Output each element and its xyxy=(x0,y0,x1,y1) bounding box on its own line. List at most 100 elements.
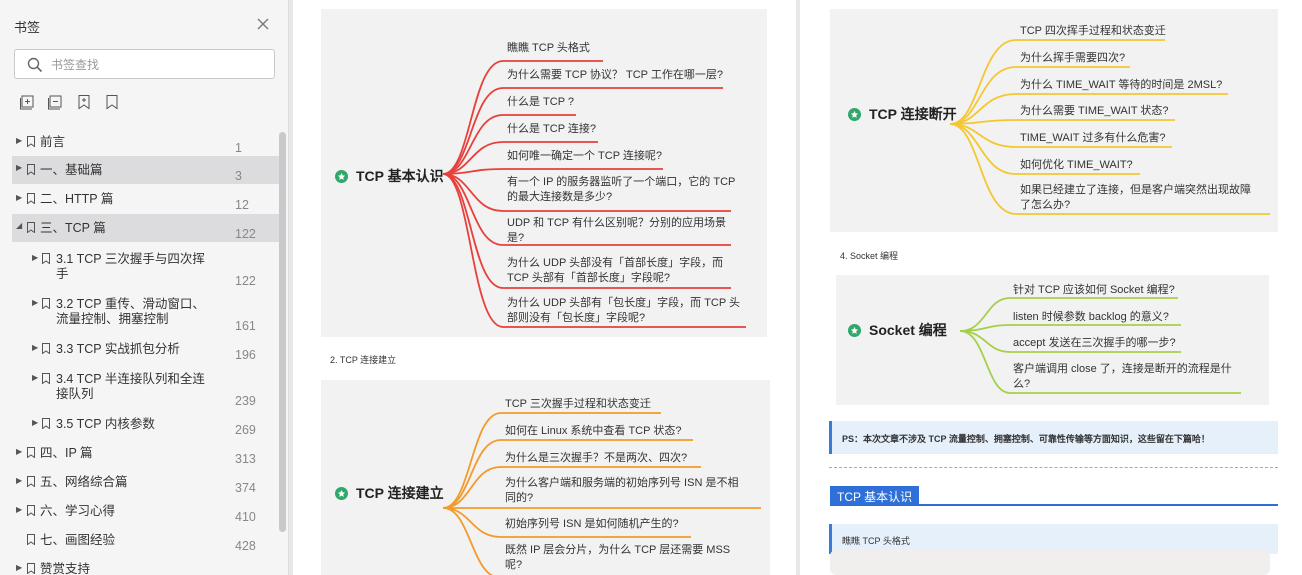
mindmap-node: 有一个 IP 的服务器监听了一个端口，它的 TCP 的最大连接数是多少? xyxy=(507,176,736,203)
mindmap-node: 针对 TCP 应该如何 Socket 编程? xyxy=(1013,284,1175,296)
expand-arrow-icon[interactable]: ▶ xyxy=(16,136,22,145)
bookmark-flag-icon xyxy=(42,253,50,264)
document-page-left: TCP 基本认识 瞧瞧 TCP 头格式 为什么需要 TCP 协议？ TCP 工作… xyxy=(293,0,796,575)
sidebar-scrollbar[interactable] xyxy=(279,132,286,532)
bookmark-item[interactable]: ▶ 五、网络综合篇 374 xyxy=(12,475,280,497)
document-viewer: TCP 基本认识 瞧瞧 TCP 头格式 为什么需要 TCP 协议？ TCP 工作… xyxy=(290,0,1302,575)
mindmap-node: 瞧瞧 TCP 头格式 xyxy=(507,42,590,54)
bookmark-page: 122 xyxy=(235,274,256,288)
bookmark-flag-icon xyxy=(27,534,35,545)
mindmap-node: 初始序列号 ISN 是如何随机产生的? xyxy=(505,518,679,530)
mindmap-tcp-basics: TCP 基本认识 瞧瞧 TCP 头格式 为什么需要 TCP 协议？ TCP 工作… xyxy=(321,9,767,337)
mindmap-node: 为什么客户端和服务端的初始序列号 ISN 是不相 同的? xyxy=(505,477,739,504)
mindmap-node: 什么是 TCP ? xyxy=(507,96,575,108)
bookmark-item[interactable]: ▶ 3.3 TCP 实战抓包分析 196 xyxy=(12,342,280,364)
mindmap-node: 为什么需要 TCP 协议？ TCP 工作在哪一层? xyxy=(507,69,723,81)
add-bookmark-icon[interactable] xyxy=(76,94,92,110)
close-icon[interactable] xyxy=(255,16,271,32)
bookmark-label: 3.5 TCP 内核参数 xyxy=(56,417,155,431)
bookmark-item[interactable]: ▶ 赞赏支持 xyxy=(12,562,280,575)
bookmark-item[interactable]: ▶ 3.1 TCP 三次握手与四次挥 手 122 xyxy=(12,252,280,288)
mindmap-root: TCP 连接断开 xyxy=(848,104,957,124)
bookmark-flag-icon xyxy=(27,563,35,574)
bookmark-label: 3.1 TCP 三次握手与四次挥 xyxy=(56,252,205,266)
expand-arrow-icon[interactable]: ▶ xyxy=(32,418,38,427)
bookmark-list: ▶ 前言 1 ▶ 一、基础篇 3 ▶ 二、HTTP 篇 12 ◢ 三、TCP 篇… xyxy=(0,126,280,575)
expand-arrow-icon[interactable]: ▶ xyxy=(16,163,22,172)
bookmark-item[interactable]: 七、画图经验 428 xyxy=(12,533,280,555)
bookmark-flag-icon xyxy=(27,447,35,458)
bookmark-sidebar: 书签 ▶ 前言 xyxy=(0,0,289,575)
star-badge-icon xyxy=(848,107,861,121)
sidebar-title: 书签 xyxy=(14,20,41,35)
expand-arrow-icon[interactable]: ▶ xyxy=(16,505,22,514)
bookmark-page: 428 xyxy=(235,539,256,553)
bookmark-flag-icon xyxy=(27,222,35,233)
mindmap-tcp-disconnect: TCP 连接断开 TCP 四次挥手过程和状态变迁 为什么挥手需要四次? 为什么 … xyxy=(830,9,1278,232)
bookmark-label: 流量控制、拥塞控制 xyxy=(56,312,169,326)
bookmark-item[interactable]: ▶ 一、基础篇 3 xyxy=(12,156,280,184)
bookmark-label: 一、基础篇 xyxy=(40,163,103,177)
bookmark-page: 239 xyxy=(235,394,256,408)
expand-arrow-icon[interactable]: ▶ xyxy=(16,193,22,202)
bookmark-item[interactable]: ◢ 三、TCP 篇 122 xyxy=(12,214,280,242)
bookmark-label: 四、IP 篇 xyxy=(40,446,93,460)
collapse-arrow-icon[interactable]: ◢ xyxy=(16,221,22,230)
bookmark-search-box[interactable] xyxy=(14,49,275,79)
mindmap-node: 如何优化 TIME_WAIT? xyxy=(1020,159,1133,171)
mindmap-node: 什么是 TCP 连接? xyxy=(507,123,597,135)
expand-arrow-icon[interactable]: ▶ xyxy=(32,298,38,307)
bookmark-flag-icon xyxy=(27,505,35,516)
mindmap-node: 为什么 UDP 头部有「包长度」字段，而 TCP 头部则没有「包长度」字段呢? xyxy=(507,297,741,324)
bookmark-page: 269 xyxy=(235,423,256,437)
bookmark-item[interactable]: ▶ 前言 1 xyxy=(12,135,280,155)
mindmap-root: Socket 编程 xyxy=(848,320,947,340)
bookmark-label: 五、网络综合篇 xyxy=(40,475,128,489)
bookmark-flag-icon xyxy=(42,373,50,384)
bookmark-label: 六、学习心得 xyxy=(40,504,116,518)
bookmark-search-input[interactable] xyxy=(51,55,266,74)
collapse-all-icon[interactable] xyxy=(48,94,64,110)
bookmark-label: 3.3 TCP 实战抓包分析 xyxy=(56,342,180,356)
mindmap-node: 为什么 TIME_WAIT 等待的时间是 2MSL? xyxy=(1020,79,1223,91)
mindmap-socket: Socket 编程 针对 TCP 应该如何 Socket 编程? listen … xyxy=(836,275,1269,405)
bookmark-label: 二、HTTP 篇 xyxy=(40,192,114,206)
expand-all-icon[interactable] xyxy=(20,94,36,110)
bookmark-item[interactable]: ▶ 3.5 TCP 内核参数 269 xyxy=(12,417,280,439)
figure-placeholder xyxy=(830,550,1270,575)
bookmark-label: 3.2 TCP 重传、滑动窗口、 xyxy=(56,297,205,311)
star-badge-icon xyxy=(335,486,348,500)
section-heading: TCP 基本认识 xyxy=(830,486,920,505)
expand-arrow-icon[interactable]: ▶ xyxy=(16,563,22,572)
expand-arrow-icon[interactable]: ▶ xyxy=(32,253,38,262)
bookmark-item[interactable]: ▶ 四、IP 篇 313 xyxy=(12,446,280,468)
mindmap-root: TCP 连接建立 xyxy=(335,483,444,503)
expand-arrow-icon[interactable]: ▶ xyxy=(16,476,22,485)
ps-note: PS：本次文章不涉及 TCP 流量控制、拥塞控制、可靠性传输等方面知识，这些留在… xyxy=(829,421,1278,454)
mindmap-node: listen 时候参数 backlog 的意义? xyxy=(1013,311,1169,323)
mindmap-node: 如何在 Linux 系统中查看 TCP 状态? xyxy=(505,425,682,437)
dashed-divider xyxy=(829,467,1278,468)
bookmark-page: 313 xyxy=(235,452,256,466)
bookmark-label: 三、TCP 篇 xyxy=(40,221,106,235)
mindmap-node: 为什么需要 TIME_WAIT 状态? xyxy=(1020,105,1169,117)
bookmark-page: 374 xyxy=(235,481,256,495)
bookmark-page: 12 xyxy=(235,198,249,212)
bookmark-page: 122 xyxy=(235,227,256,241)
mindmap-node: 如果已经建立了连接，但是客户端突然出现故障 了怎么办? xyxy=(1020,184,1251,211)
bookmark-icon[interactable] xyxy=(104,94,120,110)
bookmark-label: 七、画图经验 xyxy=(40,533,116,547)
bookmark-item[interactable]: ▶ 二、HTTP 篇 12 xyxy=(12,192,280,212)
bookmark-item[interactable]: ▶ 3.2 TCP 重传、滑动窗口、 流量控制、拥塞控制 161 xyxy=(12,297,280,333)
mindmap-node: 既然 IP 层会分片，为什么 TCP 层还需要 MSS 呢? xyxy=(505,544,731,571)
mindmap-tcp-connect: TCP 连接建立 TCP 三次握手过程和状态变迁 如何在 Linux 系统中查看… xyxy=(321,380,770,575)
bookmark-page: 1 xyxy=(235,141,242,155)
bookmark-item[interactable]: ▶ 六、学习心得 410 xyxy=(12,504,280,526)
expand-arrow-icon[interactable]: ▶ xyxy=(32,343,38,352)
document-page-right: TCP 连接断开 TCP 四次挥手过程和状态变迁 为什么挥手需要四次? 为什么 … xyxy=(800,0,1302,575)
expand-arrow-icon[interactable]: ▶ xyxy=(32,373,38,382)
expand-arrow-icon[interactable]: ▶ xyxy=(16,447,22,456)
bookmark-item[interactable]: ▶ 3.4 TCP 半连接队列和全连 接队列 239 xyxy=(12,372,280,408)
mindmap-node: 如何唯一确定一个 TCP 连接呢? xyxy=(507,150,663,162)
mindmap-root: TCP 基本认识 xyxy=(335,166,444,186)
